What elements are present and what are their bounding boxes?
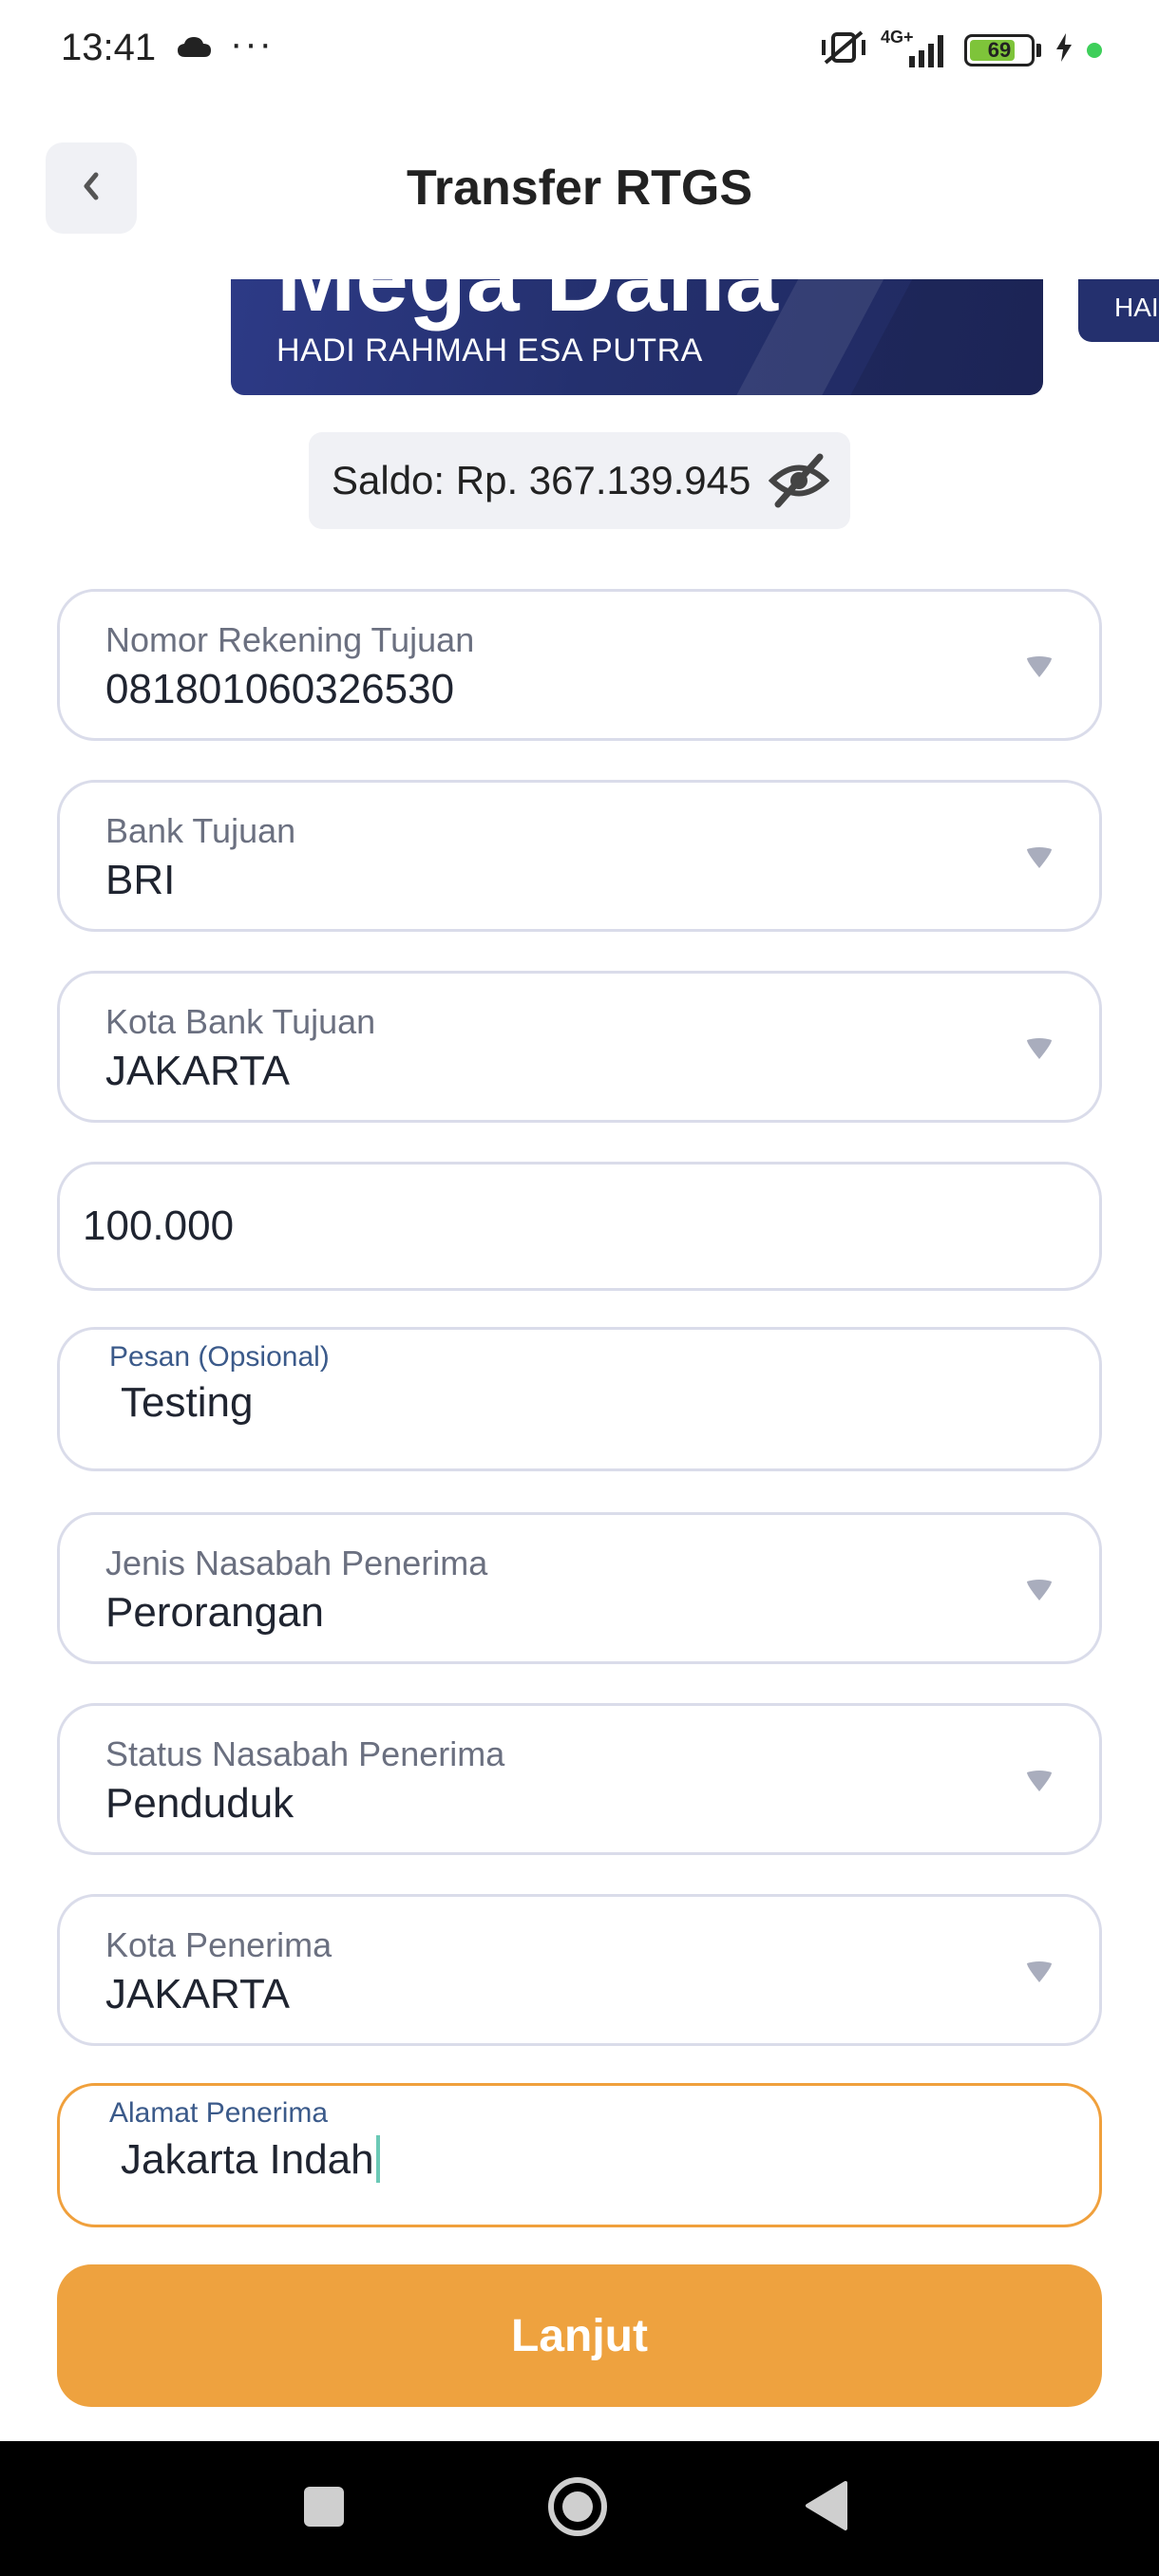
- recipient-city-select[interactable]: Kota Penerima JAKARTA: [57, 1894, 1102, 2046]
- customer-type-select[interactable]: Jenis Nasabah Penerima Perorangan: [57, 1512, 1102, 1664]
- charging-indicator-dot: [1087, 42, 1102, 58]
- field-label: Jenis Nasabah Penerima: [105, 1544, 488, 1582]
- recents-icon[interactable]: [304, 2487, 344, 2527]
- status-icons: 4G+ 69: [820, 28, 1102, 71]
- caret-down-icon: [1025, 845, 1054, 870]
- battery-level: 69: [987, 37, 1012, 62]
- caret-down-icon: [1025, 1578, 1054, 1602]
- system-navigation-bar: [0, 2441, 1159, 2576]
- home-icon[interactable]: [546, 2475, 609, 2543]
- customer-status-select[interactable]: Status Nasabah Penerima Penduduk: [57, 1703, 1102, 1855]
- field-value: Testing: [121, 1379, 254, 1426]
- source-account-card[interactable]: Mega Dana HADI RAHMAH ESA PUTRA: [231, 279, 1043, 395]
- amount-value: 100.000: [83, 1203, 235, 1249]
- account-number-select[interactable]: Nomor Rekening Tujuan 081801060326530: [57, 589, 1102, 741]
- bank-select[interactable]: Bank Tujuan BRI: [57, 780, 1102, 932]
- field-label: Kota Bank Tujuan: [105, 1002, 376, 1041]
- caret-down-icon: [1025, 1960, 1054, 1984]
- field-value: 081801060326530: [105, 666, 455, 712]
- field-value: Perorangan: [105, 1589, 324, 1636]
- field-value: JAKARTA: [105, 1048, 290, 1094]
- caret-down-icon: [1025, 1036, 1054, 1061]
- cloud-icon: [177, 36, 213, 64]
- recipient-address-input[interactable]: Alamat Penerima Jakarta Indah: [57, 2083, 1102, 2227]
- next-button-label: Lanjut: [511, 2310, 648, 2361]
- field-label: Nomor Rekening Tujuan: [105, 620, 475, 659]
- status-time: 13:41: [61, 27, 157, 68]
- battery-icon: 69: [964, 33, 1035, 66]
- field-value: BRI: [105, 857, 176, 903]
- card-product-name: Mega Dana: [276, 279, 778, 333]
- field-value-wrapper: Jakarta Indah: [121, 2135, 380, 2184]
- signal-icon: 4G+: [881, 28, 951, 69]
- next-button[interactable]: Lanjut: [57, 2264, 1102, 2407]
- balance-box: Saldo: Rp. 367.139.945: [309, 432, 850, 529]
- card-holder-name: HADI RAHMAH ESA PUTRA: [276, 332, 703, 369]
- field-label: Pesan (Opsional): [109, 1341, 330, 1373]
- status-bar: 13:41 ··· 4G+ 69: [0, 0, 1159, 104]
- field-value: Jakarta Indah: [121, 2136, 374, 2183]
- field-label: Bank Tujuan: [105, 811, 296, 850]
- field-label: Alamat Penerima: [109, 2097, 329, 2129]
- field-label: Status Nasabah Penerima: [105, 1734, 505, 1773]
- caret-down-icon: [1025, 1769, 1054, 1793]
- field-label: Kota Penerima: [105, 1925, 332, 1964]
- next-card-holder-name: HAI: [1114, 293, 1159, 322]
- back-triangle-icon[interactable]: [804, 2479, 849, 2537]
- bank-city-select[interactable]: Kota Bank Tujuan JAKARTA: [57, 971, 1102, 1123]
- more-notifications-icon: ···: [230, 23, 274, 65]
- charging-icon: [1054, 32, 1074, 67]
- balance-text: Saldo: Rp. 367.139.945: [332, 458, 751, 502]
- message-input[interactable]: Pesan (Opsional) Testing: [57, 1327, 1102, 1471]
- field-value: JAKARTA: [105, 1971, 290, 2017]
- caret-down-icon: [1025, 654, 1054, 679]
- eye-off-icon[interactable]: [768, 453, 830, 513]
- page-title: Transfer RTGS: [406, 161, 753, 216]
- amount-input[interactable]: 100.000: [57, 1162, 1102, 1291]
- mute-vibrate-icon: [820, 28, 867, 71]
- field-value: Penduduk: [105, 1780, 294, 1827]
- battery-nub: [1036, 43, 1041, 57]
- next-account-card[interactable]: HAI: [1078, 279, 1159, 342]
- text-cursor: [375, 2135, 380, 2183]
